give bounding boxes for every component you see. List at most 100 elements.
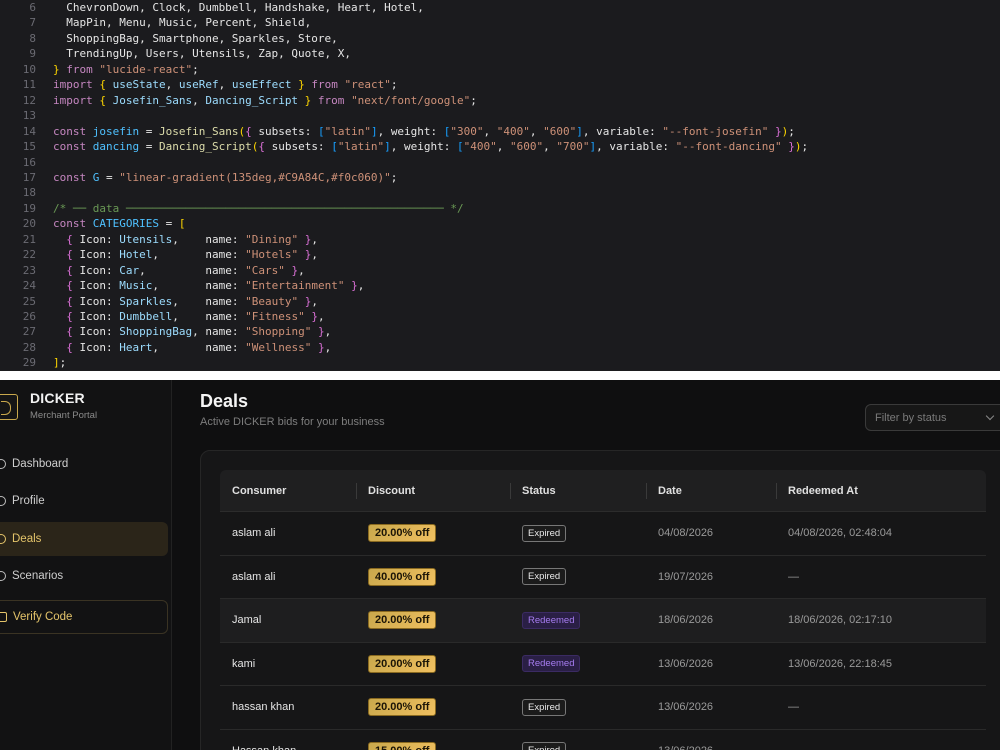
code-line: 19 /* ── data ───────────────────────────… — [0, 201, 464, 217]
code-token: , — [311, 232, 318, 246]
code-token: } — [53, 62, 60, 76]
code-token: CATEGORIES — [92, 217, 159, 231]
code-token: , — [152, 340, 206, 354]
date-cell: 13/06/2026 — [646, 730, 776, 750]
code-token: Icon: — [79, 263, 120, 277]
column-header-redeemed-at[interactable]: Redeemed At — [776, 470, 986, 512]
discount-badge: 40.00% off — [368, 567, 437, 586]
table-header: Consumer Discount Status Date Redeemed A… — [220, 470, 986, 512]
line-number: 26 — [22, 310, 36, 323]
sidebar-item-dashboard[interactable]: Dashboard — [0, 447, 168, 481]
code-token: , — [311, 248, 318, 262]
line-number: 20 — [22, 217, 36, 231]
column-header-date[interactable]: Date — [646, 470, 776, 512]
table-row[interactable]: aslam ali 20.00% off Expired 04/08/2026 04/0… — [220, 512, 986, 556]
code-text: const josefin = Josefin_Sans({ subsets: … — [53, 124, 795, 140]
status-badge: Redeemed — [522, 611, 581, 629]
brand-subtitle: Merchant Portal — [30, 410, 98, 421]
sidebar-item-verify-code[interactable]: Verify Code — [0, 600, 168, 634]
redeemed-at-cell: 04/08/2026, 02:48:04 — [788, 527, 892, 540]
code-token: weight: — [390, 124, 444, 138]
line-number: 19 — [22, 201, 36, 215]
code-token: , — [139, 263, 206, 277]
redeemed-at-cell: 13/06/2026, 22:18:45 — [788, 657, 892, 670]
code-token: import — [53, 78, 100, 92]
code-token: } — [768, 124, 782, 138]
table-row[interactable]: Hassan khan 15.00% off Expired 13/06/2026 — [220, 729, 986, 750]
table-row[interactable]: hassan khan 20.00% off Expired 13/06/2026 — — [220, 686, 986, 730]
line-number: 8 — [29, 31, 36, 45]
line-number: 15 — [22, 140, 36, 154]
table-row[interactable]: Jamal 20.00% off Redeemed 18/06/2026 18/06/2… — [220, 599, 986, 643]
status-badge: Expired — [522, 524, 567, 542]
sidebar-item-profile[interactable]: Profile — [0, 484, 168, 518]
line-number: 27 — [22, 325, 36, 339]
line-number: 12 — [22, 93, 36, 107]
discount-cell: 20.00% off — [356, 599, 510, 642]
column-header-status[interactable]: Status — [510, 470, 646, 512]
code-line: 9 TrendingUp, Users, Utensils, Zap, Quot… — [0, 46, 351, 62]
table-row[interactable]: kami 20.00% off Redeemed 13/06/2026 13/06/20… — [220, 642, 986, 686]
code-token: } — [311, 340, 325, 354]
code-token: "Entertainment" — [245, 279, 345, 293]
line-number: 24 — [22, 279, 36, 293]
code-text: /* ── data ─────────────────────────────… — [53, 201, 464, 217]
code-token: [ — [317, 124, 325, 138]
discount-badge: 20.00% off — [368, 524, 437, 543]
code-token: name: — [205, 340, 246, 354]
sidebar-item-label: Scenarios — [12, 570, 64, 582]
code-token: useRef — [178, 78, 219, 92]
code-text: const dancing = Dancing_Script({ subsets… — [53, 139, 808, 155]
code-token: ; — [788, 124, 795, 138]
code-token: from — [304, 78, 345, 92]
code-line: 24 { Icon: Music, name: "Entertainment" … — [0, 278, 365, 294]
code-token: Hotel — [119, 248, 153, 262]
code-line: 15 const dancing = Dancing_Script({ subse… — [0, 139, 808, 155]
code-token: , — [317, 310, 325, 323]
table-body: aslam ali 20.00% off Expired 04/08/2026 04/0… — [220, 512, 986, 750]
sidebar-item-deals[interactable]: Deals — [0, 522, 168, 556]
column-header-discount[interactable]: Discount — [356, 470, 510, 512]
code-token: , — [496, 140, 511, 154]
code-token: const — [53, 124, 93, 138]
code-line: 23 { Icon: Car, name: "Cars" }, — [0, 263, 305, 279]
code-editor[interactable]: 6 ChevronDown, Clock, Dumbbell, Handshak… — [0, 0, 1000, 371]
discount-cell: 20.00% off — [356, 686, 510, 729]
column-header-consumer[interactable]: Consumer — [220, 470, 356, 512]
code-text: } from "lucide-react"; — [53, 62, 199, 78]
code-token: [ — [178, 217, 186, 231]
code-token: { — [99, 78, 113, 92]
code-token: , — [218, 78, 232, 92]
code-token: { — [53, 294, 80, 308]
redeemed-at-cell: — — [788, 701, 799, 714]
sidebar-item-scenarios[interactable]: Scenarios — [0, 559, 168, 593]
code-token: , — [529, 124, 544, 138]
code-token: ; — [801, 140, 809, 154]
code-token: { — [99, 93, 113, 107]
line-number: 18 — [22, 186, 36, 200]
tag-icon — [0, 534, 6, 544]
code-line: 29]; — [0, 355, 67, 371]
status-filter-select[interactable]: Filter by status — [865, 404, 1000, 431]
date-cell: 19/07/2026 — [658, 570, 714, 583]
code-token: , — [172, 294, 206, 308]
code-token: Icon: — [79, 340, 120, 354]
code-text: ShoppingBag, Smartphone, Sparkles, Store… — [53, 31, 338, 47]
code-text: { Icon: Hotel, name: "Hotels" }, — [53, 247, 318, 263]
brand-name: DICKER — [30, 390, 85, 406]
code-token: , — [324, 340, 332, 354]
code-token: "400" — [496, 124, 530, 138]
code-token: } — [298, 294, 312, 308]
code-token: Dumbbell — [119, 310, 173, 323]
table-row[interactable]: aslam ali 40.00% off Expired 19/07/2026 — — [220, 555, 986, 599]
code-token: Car — [119, 263, 140, 277]
code-token: "400" — [463, 140, 497, 154]
code-token: "Fitness" — [245, 310, 305, 323]
code-text: { Icon: Music, name: "Entertainment" }, — [53, 278, 364, 294]
code-token: Icon: — [79, 248, 120, 262]
code-token: "--font-josefin" — [662, 124, 769, 138]
code-token: "300" — [450, 124, 484, 138]
discount-badge: 20.00% off — [368, 654, 437, 673]
code-text: ChevronDown, Clock, Dumbbell, Handshake,… — [53, 0, 424, 16]
code-token: , — [152, 279, 206, 293]
